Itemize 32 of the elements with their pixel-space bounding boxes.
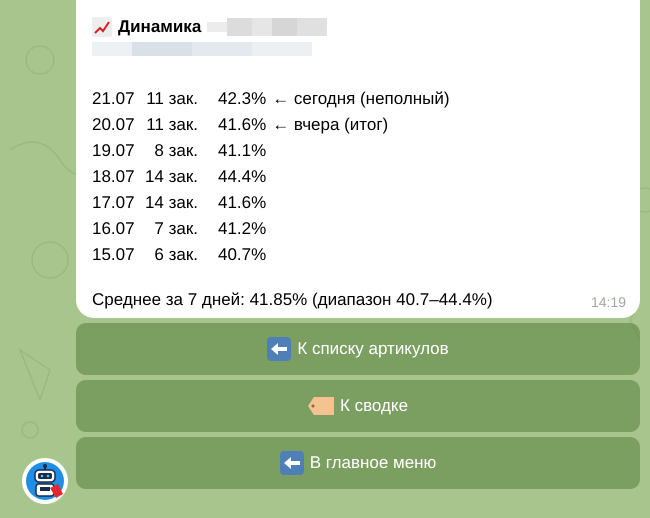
message-title: Динамика <box>118 17 202 37</box>
percent-value: 41.2% <box>218 219 266 239</box>
date-text: 15.07 <box>92 245 136 265</box>
date-text: 21.07 <box>92 89 136 109</box>
bot-avatar-icon <box>22 458 68 504</box>
keyboard-button[interactable]: К сводке <box>76 380 640 432</box>
percent-value: 41.6% <box>218 115 266 135</box>
date-text: 17.07 <box>92 193 136 213</box>
order-count: 6 зак. <box>153 245 198 265</box>
date-text: 19.07 <box>92 141 136 161</box>
chart-increasing-icon <box>92 17 112 37</box>
percent-value: 41.6% <box>218 193 266 213</box>
date-text: 16.07 <box>92 219 136 239</box>
order-count: 14 зак. <box>144 193 198 213</box>
summary-text: Среднее за 7 дней: 41.85% (диапазон 40.7–44.4%) <box>92 290 493 310</box>
date-text: 18.07 <box>92 167 136 187</box>
price-tag-icon <box>308 397 334 415</box>
order-count: 7 зак. <box>153 219 198 239</box>
order-count: 11 зак. <box>145 89 198 109</box>
percent-value: 40.7% <box>218 245 266 265</box>
order-count: 8 зак. <box>153 141 198 161</box>
row-note: ← вчера (итог) <box>272 115 388 135</box>
order-count: 14 зак. <box>144 167 198 187</box>
percent-value: 41.1% <box>218 141 266 161</box>
percent-value: 42.3% <box>218 89 266 109</box>
percent-value: 44.4% <box>218 167 266 187</box>
date-text: 20.07 <box>92 115 136 135</box>
keyboard-button[interactable]: В главное меню <box>76 437 640 489</box>
row-note: ← сегодня (неполный) <box>272 89 450 109</box>
order-count: 11 зак. <box>145 115 198 135</box>
keyboard-button[interactable]: К списку артикулов <box>76 323 640 375</box>
message-time: 14:19 <box>590 294 626 310</box>
